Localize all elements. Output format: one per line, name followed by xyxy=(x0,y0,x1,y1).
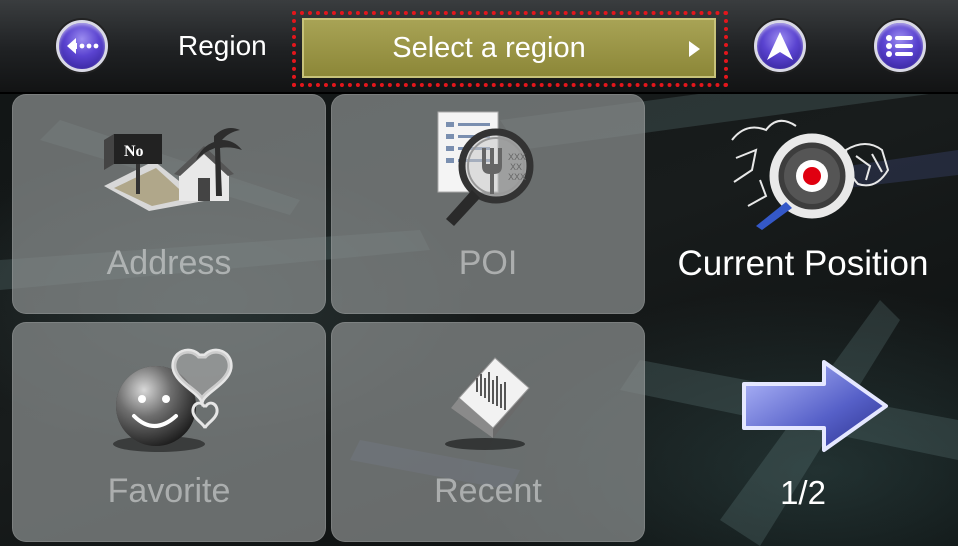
address-label: Address xyxy=(106,244,232,282)
focus-highlight xyxy=(292,11,728,87)
address-tile[interactable]: No Address xyxy=(12,94,326,314)
back-icon xyxy=(67,38,99,54)
back-button[interactable] xyxy=(56,20,108,72)
recent-document-icon xyxy=(445,357,530,450)
current-position-label: Current Position xyxy=(677,244,929,283)
favorite-smiley-heart-icon xyxy=(113,348,233,452)
current-position-map-icon xyxy=(731,119,890,230)
svg-text:XXX: XXX xyxy=(508,152,526,162)
next-page-arrow-icon xyxy=(742,360,888,452)
current-position-button[interactable]: Current Position xyxy=(648,98,958,314)
list-menu-icon xyxy=(886,35,913,57)
favorite-label: Favorite xyxy=(107,472,231,510)
favorite-tile[interactable]: Favorite xyxy=(12,322,326,542)
navigation-arrow-icon xyxy=(767,32,793,60)
recent-tile[interactable]: Recent xyxy=(331,322,645,542)
address-house-icon: No xyxy=(104,128,242,211)
recent-label: Recent xyxy=(434,472,542,510)
next-page-button[interactable]: 1/2 xyxy=(648,322,958,538)
svg-text:XX: XX xyxy=(510,162,522,172)
poi-label: POI xyxy=(458,244,518,282)
page-indicator: 1/2 xyxy=(780,474,826,511)
svg-text:XXX: XXX xyxy=(508,172,526,182)
navigate-button[interactable] xyxy=(754,20,806,72)
menu-button[interactable] xyxy=(874,20,926,72)
svg-text:No: No xyxy=(124,143,144,160)
region-label: Region xyxy=(178,30,267,61)
poi-magnifier-icon: XXX XX XXX xyxy=(437,111,534,226)
poi-tile[interactable]: XXX XX XXX POI xyxy=(331,94,645,314)
top-bar: Region Select a region xyxy=(0,0,958,94)
